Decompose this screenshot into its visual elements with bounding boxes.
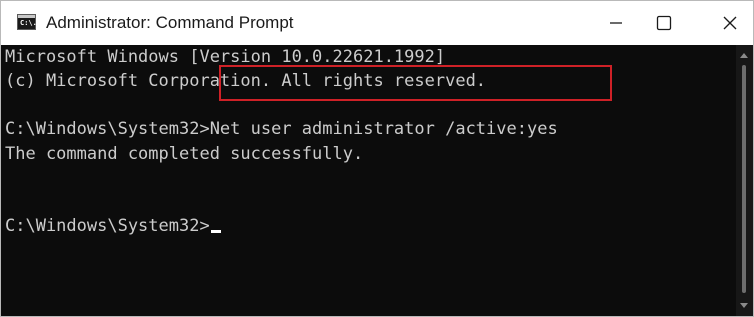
maximize-icon bbox=[656, 15, 672, 31]
command-highlight-box bbox=[219, 65, 612, 101]
close-button[interactable] bbox=[707, 1, 753, 45]
cmd-icon[interactable]: C:\. bbox=[17, 14, 37, 30]
minimize-button[interactable] bbox=[593, 1, 639, 45]
command-prompt-window: C:\. Administrator: Command Prompt Micro… bbox=[0, 0, 754, 317]
maximize-button[interactable] bbox=[641, 1, 687, 45]
cmd-icon-glyph: C:\. bbox=[20, 19, 37, 27]
minimize-icon bbox=[610, 22, 622, 24]
prompt-text: C:\Windows\System32> bbox=[5, 216, 210, 236]
vertical-scrollbar[interactable] bbox=[736, 45, 753, 316]
console-line-prompt[interactable]: C:\Windows\System32> bbox=[5, 214, 221, 238]
scroll-up-arrow-icon[interactable] bbox=[740, 53, 748, 58]
console-line-result: The command completed successfully. bbox=[5, 144, 364, 164]
close-icon bbox=[723, 16, 737, 30]
window-title: Administrator: Command Prompt bbox=[46, 13, 294, 32]
title-bar[interactable]: C:\. Administrator: Command Prompt bbox=[1, 1, 753, 45]
scroll-down-arrow-icon[interactable] bbox=[740, 303, 748, 308]
console-line-command: C:\Windows\System32>Net user administrat… bbox=[5, 119, 558, 139]
scroll-thumb[interactable] bbox=[742, 65, 746, 293]
text-cursor bbox=[210, 230, 221, 233]
